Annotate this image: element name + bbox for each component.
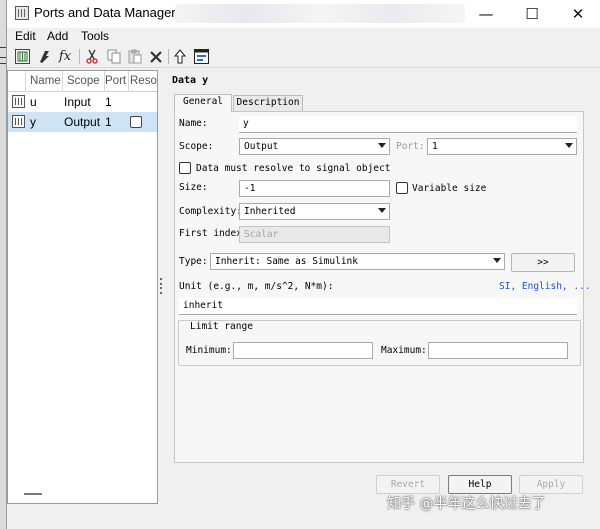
resolve-signal-label: Data must resolve to signal object [196,163,391,174]
maximum-field[interactable] [428,342,568,359]
maximum-label: Maximum: [381,345,427,356]
list-row-u[interactable]: u Input 1 [8,92,157,112]
data-type-assistant-button[interactable]: >> [511,253,575,272]
resolve-signal-checkbox[interactable] [179,162,191,174]
row-port: 1 [105,115,112,129]
unit-system-link[interactable]: SI, English, ... [499,281,591,292]
data-item-icon [12,115,25,128]
column-divider [62,71,63,92]
unit-label: Unit (e.g., m, m/s^2, N*m): [179,281,334,292]
column-header-port[interactable]: Port [105,75,129,87]
redacted-title-area [175,4,465,23]
complexity-dropdown[interactable]: Inherited [239,203,390,220]
ports-and-data-manager-window: Ports and Data Manager ( — ☐ ✕ Edit Add … [6,0,600,529]
column-divider [128,71,129,92]
port-label: Port: [396,141,425,152]
app-icon [15,6,29,20]
toolbar-separator [79,49,80,64]
go-to-parent-icon[interactable] [170,47,190,66]
maximize-button[interactable]: ☐ [509,0,555,28]
minimum-label: Minimum: [186,345,232,356]
variable-size-label: Variable size [412,183,487,194]
tab-general[interactable]: General [174,94,232,112]
name-field[interactable]: y [239,116,577,133]
first-index-field: Scalar [239,226,390,243]
chevron-down-icon [565,143,573,148]
toolbar: fx [7,46,600,68]
type-label: Type: [179,256,208,267]
resolve-checkbox[interactable] [130,116,142,128]
close-button[interactable]: ✕ [555,0,600,28]
cut-icon[interactable] [82,47,102,66]
type-dropdown[interactable]: Inherit: Same as Simulink [210,253,505,270]
data-list-panel: Name Scope Port Resolve u Input 1 y Outp… [7,70,158,504]
unit-field[interactable]: inherit [179,298,577,315]
tab-description[interactable]: Description [233,95,303,111]
add-data-icon[interactable] [34,47,54,66]
complexity-label: Complexity: [179,206,242,217]
title-bar[interactable]: Ports and Data Manager ( — ☐ ✕ [7,0,600,28]
column-header-scope[interactable]: Scope [67,75,105,87]
chevron-down-icon [378,208,386,213]
list-row-y[interactable]: y Output 1 [8,112,157,132]
model-explorer-icon[interactable] [191,47,211,66]
add-function-icon[interactable]: fx [55,47,75,66]
row-port: 1 [105,95,112,109]
port-dropdown[interactable]: 1 [427,138,577,155]
watermark-text: 知乎 @半年这么快过去了 [387,496,546,512]
data-item-icon [12,95,25,108]
row-scope: Output [64,115,101,129]
copy-icon[interactable] [104,47,124,66]
revert-button[interactable]: Revert [376,475,440,494]
variable-size-checkbox[interactable] [396,182,408,194]
column-header-name[interactable]: Name [30,75,62,87]
row-name: y [30,115,36,129]
menu-bar: Edit Add Tools [7,28,600,46]
help-button[interactable]: Help [448,475,512,494]
window-title: Ports and Data Manager ( [34,5,184,20]
size-field[interactable]: -1 [239,180,390,197]
minimize-button[interactable]: — [463,0,509,28]
column-header-resolve[interactable]: Resolve [130,75,157,87]
chevron-down-icon [378,143,386,148]
limit-range-label: Limit range [187,321,256,332]
horizontal-scrollbar-thumb[interactable] [24,493,42,495]
menu-tools[interactable]: Tools [81,29,109,43]
scope-dropdown[interactable]: Output [239,138,390,155]
menu-edit[interactable]: Edit [15,29,36,43]
toolbar-separator [168,49,169,64]
row-scope: Input [64,95,91,109]
apply-button[interactable]: Apply [519,475,583,494]
port-value: 1 [432,141,438,152]
detail-heading: Data y [172,75,209,86]
size-label: Size: [179,182,208,193]
menu-add[interactable]: Add [47,29,68,43]
panel-splitter[interactable] [160,278,163,294]
first-index-label: First index [179,228,242,239]
type-value: Inherit: Same as Simulink [215,256,358,267]
complexity-value: Inherited [244,206,296,217]
row-name: u [30,95,37,109]
port-table-icon[interactable] [12,47,32,66]
chevron-down-icon [493,258,501,263]
minimum-field[interactable] [233,342,373,359]
scope-label: Scope: [179,141,214,152]
scope-value: Output [244,141,279,152]
list-header: Name Scope Port Resolve [8,71,157,92]
delete-icon[interactable] [146,47,166,66]
paste-icon[interactable] [125,47,145,66]
column-divider [25,71,26,92]
name-label: Name: [179,118,208,129]
